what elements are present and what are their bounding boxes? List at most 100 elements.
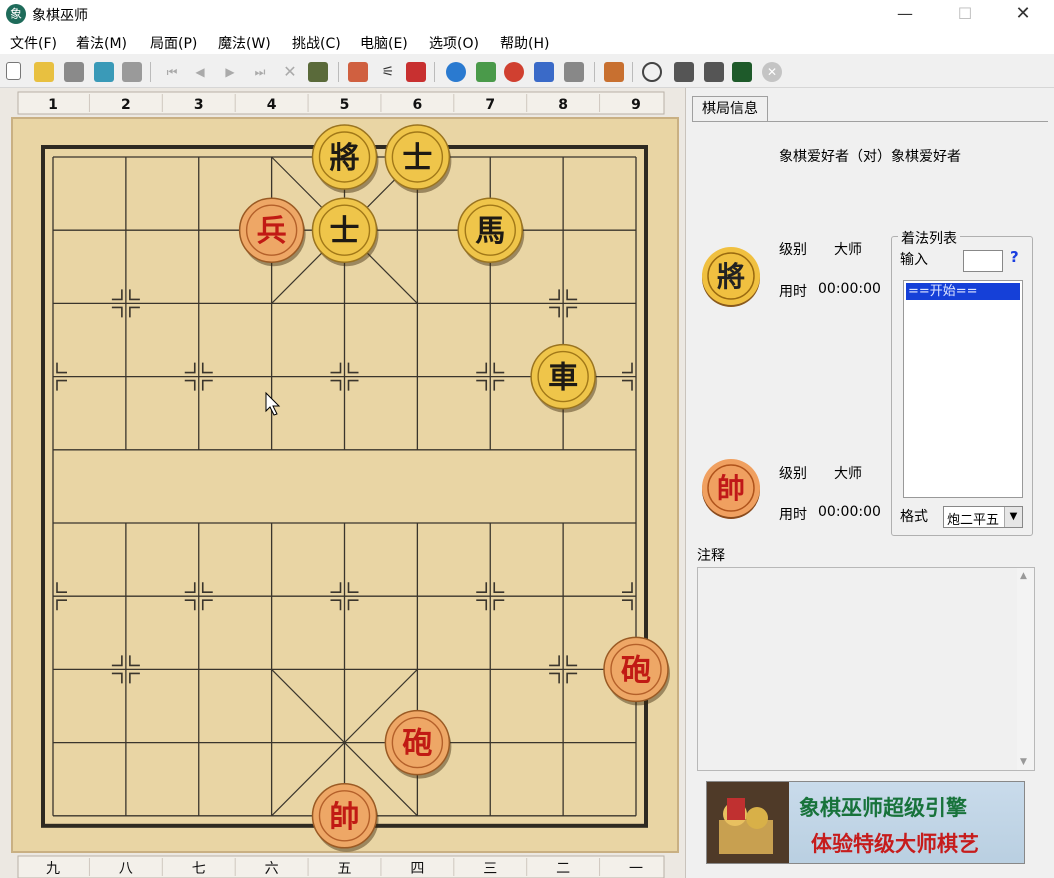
scroll-up-icon[interactable]: ▲: [1020, 571, 1027, 581]
file-label-bottom: 七: [192, 861, 206, 877]
piece-label: 馬: [475, 214, 505, 249]
piece-label: 兵: [257, 214, 287, 249]
file-label-top: 5: [340, 97, 350, 113]
computer-red-icon[interactable]: [674, 62, 694, 82]
chevron-down-icon[interactable]: ▼: [1004, 507, 1022, 527]
red-time-label: 用时: [779, 507, 807, 523]
scroll-down-icon[interactable]: ▼: [1020, 757, 1027, 767]
format-label: 格式: [900, 509, 928, 525]
file-label-bottom: 九: [46, 861, 60, 877]
new-file-icon[interactable]: [6, 62, 21, 80]
toolbar-separator: [338, 62, 339, 82]
title-bar: 象 象棋巫师 — ☐ ✕: [0, 0, 1054, 30]
analyze-icon[interactable]: [446, 62, 466, 82]
file-label-bottom: 六: [265, 861, 279, 877]
tab-divider: [692, 121, 1048, 122]
tab-game-info[interactable]: 棋局信息: [692, 96, 768, 122]
move-tree-icon[interactable]: ⚟: [378, 62, 398, 82]
notes-scrollbar[interactable]: ▲ ▼: [1017, 568, 1034, 770]
move-list[interactable]: ==开始==: [903, 280, 1023, 498]
file-label-top: 8: [558, 97, 568, 113]
menu-options[interactable]: 选项(O): [429, 33, 479, 53]
open-folder-icon[interactable]: [34, 62, 54, 82]
piece-label: 士: [330, 214, 360, 249]
notes-textarea[interactable]: ▲ ▼: [697, 567, 1035, 771]
red-player-piece: 帥: [717, 472, 745, 505]
board-area: 123456789九八七六五四三二一將士兵士馬車砲砲帥: [0, 88, 686, 878]
delete-icon[interactable]: ✕: [280, 62, 300, 82]
ad-subline: 体验特级大师棋艺: [811, 832, 979, 856]
piece-label: 士: [402, 141, 432, 176]
move-input-label: 输入: [900, 252, 928, 268]
format-value: 炮二平五: [947, 513, 1000, 528]
file-label-top: 7: [485, 97, 495, 113]
black-player-piece: 將: [717, 260, 745, 293]
black-level-label: 级别: [779, 242, 807, 258]
engine-icon[interactable]: [476, 62, 496, 82]
file-label-top: 1: [48, 97, 58, 113]
last-move-icon[interactable]: ⏭: [250, 62, 270, 82]
black-general-icon: 將: [702, 247, 760, 307]
properties-icon[interactable]: [122, 62, 142, 82]
first-move-icon[interactable]: ⏮: [162, 62, 182, 82]
computer-black-icon[interactable]: [704, 62, 724, 82]
piece-label: 帥: [330, 800, 360, 835]
ad-headline: 象棋巫师超级引擎: [799, 796, 967, 820]
move-list-item[interactable]: ==开始==: [906, 283, 1020, 300]
black-time-label: 用时: [779, 284, 807, 300]
file-label-bottom: 五: [338, 861, 352, 877]
next-move-icon[interactable]: ▶: [220, 62, 240, 82]
menu-challenge[interactable]: 挑战(C): [292, 33, 341, 53]
xiangqi-board[interactable]: 1 2 3 4 5 6 7 8 9九八七六五四三二一將 士兵士馬車砲砲帥: [0, 88, 686, 878]
clock-icon[interactable]: [642, 62, 662, 82]
chess-book-image: [719, 798, 773, 854]
help-icon[interactable]: ?: [1010, 248, 1019, 266]
engine-ad-banner[interactable]: 象棋巫师超级引擎 体验特级大师棋艺: [706, 781, 1025, 864]
file-label-bottom: 八: [119, 861, 133, 877]
file-label-top: 3: [194, 97, 204, 113]
red-general-icon: 帥: [702, 459, 760, 519]
previous-move-icon[interactable]: ◀: [190, 62, 210, 82]
format-select[interactable]: 炮二平五 ▼: [943, 506, 1023, 528]
file-label-top: 2: [121, 97, 131, 113]
move-list-legend: 着法列表: [898, 228, 960, 248]
book-icon[interactable]: [94, 62, 114, 82]
file-label-top: 9: [631, 97, 641, 113]
clipboard-icon[interactable]: [564, 62, 584, 82]
toolbar: ⏮ ◀ ▶ ⏭ ✕ ⚟ ✕: [0, 56, 1054, 88]
minimize-button[interactable]: —: [882, 0, 928, 30]
file-label-bottom: 二: [556, 861, 570, 877]
toolbar-separator: [632, 62, 633, 82]
red-time-value: 00:00:00: [818, 504, 881, 520]
menu-magic[interactable]: 魔法(W): [218, 33, 271, 53]
menu-help[interactable]: 帮助(H): [500, 33, 549, 53]
piece-label: 車: [548, 361, 578, 396]
weibo-icon[interactable]: [504, 62, 524, 82]
menu-computer[interactable]: 电脑(E): [360, 33, 408, 53]
maximize-button[interactable]: ☐: [942, 0, 988, 30]
library-icon[interactable]: [604, 62, 624, 82]
save-icon[interactable]: [64, 62, 84, 82]
file-label-top: 6: [413, 97, 423, 113]
move-input[interactable]: [963, 250, 1003, 272]
menu-file[interactable]: 文件(F): [10, 33, 57, 53]
black-level-value: 大师: [834, 242, 862, 258]
web-icon[interactable]: [534, 62, 554, 82]
red-level-value: 大师: [834, 466, 862, 482]
menu-position[interactable]: 局面(P): [150, 33, 197, 53]
window-title: 象棋巫师: [32, 8, 88, 24]
black-time-value: 00:00:00: [818, 281, 881, 297]
flip-board-icon[interactable]: [348, 62, 368, 82]
board-style-icon[interactable]: [406, 62, 426, 82]
file-label-bottom: 一: [629, 861, 643, 877]
file-label-bottom: 四: [410, 861, 424, 877]
match-title: 象棋爱好者（对）象棋爱好者: [779, 149, 961, 165]
close-button[interactable]: ✕: [1000, 0, 1046, 30]
stop-icon[interactable]: ✕: [762, 62, 782, 82]
menu-moves[interactable]: 着法(M): [76, 33, 127, 53]
monitor-icon[interactable]: [732, 62, 752, 82]
ad-text-area: 象棋巫师超级引擎 体验特级大师棋艺: [789, 782, 1024, 863]
file-label-top: 4: [267, 97, 277, 113]
paste-icon[interactable]: [308, 62, 328, 82]
toolbar-separator: [594, 62, 595, 82]
